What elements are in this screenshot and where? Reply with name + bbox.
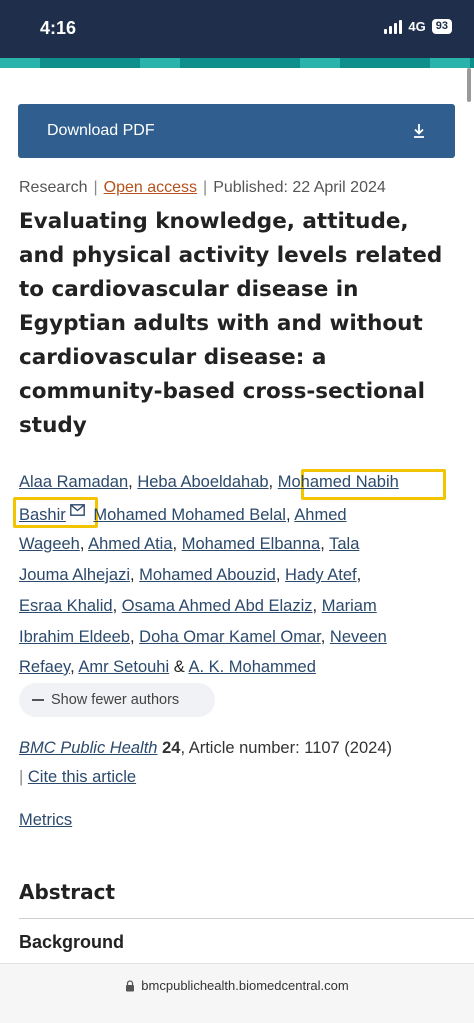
author-link[interactable]: Refaey [19, 658, 70, 676]
author-line: Bashir Mohamed Mohamed Belal, Ahmed [19, 504, 347, 524]
minus-icon [32, 699, 44, 701]
abstract-heading: Abstract [19, 880, 116, 904]
url-text: bmcpublichealth.biomedcentral.com [141, 978, 349, 993]
divider [19, 918, 474, 919]
open-access-link[interactable]: Open access [104, 179, 197, 196]
author-link[interactable]: Mariam [322, 597, 377, 615]
author-link[interactable]: Jouma Alhejazi [19, 566, 130, 584]
author-link[interactable]: Heba Aboeldahab [137, 473, 268, 491]
battery-level: 93 [431, 19, 452, 34]
cite-line: | Cite this article [19, 768, 137, 786]
show-fewer-authors-button[interactable]: Show fewer authors [19, 683, 215, 717]
browser-url-bar[interactable]: bmcpublichealth.biomedcentral.com [0, 963, 474, 1023]
title-line: Egyptian adults with and without [19, 311, 423, 336]
title-line: Evaluating knowledge, attitude, [19, 209, 409, 234]
author-link[interactable]: Doha Omar Kamel Omar [139, 628, 321, 646]
author-line: Refaey, Amr Setouhi & A. K. Mohammed [19, 658, 316, 676]
author-link[interactable]: Ahmed Atia [88, 535, 172, 553]
article-title: Evaluating knowledge, attitude, and phys… [19, 205, 459, 443]
author-line: Wageeh, Ahmed Atia, Mohamed Elbanna, Tal… [19, 535, 360, 553]
author-link[interactable]: Tala [329, 535, 359, 553]
author-link[interactable]: Mohamed Abouzid [139, 566, 276, 584]
author-link[interactable]: Neveen [330, 628, 387, 646]
author-link[interactable]: Wageeh [19, 535, 80, 553]
author-link[interactable]: Amr Setouhi [78, 658, 169, 676]
scrollbar-thumb[interactable] [467, 68, 471, 102]
author-link[interactable]: Mohamed Nabih [278, 473, 399, 491]
site-header-band [0, 58, 474, 68]
mail-icon[interactable] [69, 504, 85, 516]
metrics-link[interactable]: Metrics [19, 811, 72, 830]
title-line: study [19, 413, 87, 438]
author-link[interactable]: Esraa Khalid [19, 597, 113, 615]
author-line: Alaa Ramadan, Heba Aboeldahab, Mohamed N… [19, 473, 399, 491]
author-link[interactable]: A. K. Mohammed [188, 658, 315, 676]
author-link[interactable]: Ahmed [294, 506, 346, 524]
author-link[interactable]: Mohamed Mohamed Belal [93, 506, 286, 524]
signal-icon [384, 19, 403, 34]
author-line: Ibrahim Eldeeb, Doha Omar Kamel Omar, Ne… [19, 628, 387, 646]
download-pdf-button[interactable]: Download PDF [18, 104, 455, 158]
article-meta: Research | Open access | Published: 22 April… [19, 179, 386, 196]
author-link[interactable]: Bashir [19, 506, 66, 524]
author-link[interactable]: Ibrahim Eldeeb [19, 628, 130, 646]
author-link[interactable]: Alaa Ramadan [19, 473, 128, 491]
background-heading: Background [19, 932, 125, 952]
cite-this-article-link[interactable]: Cite this article [28, 768, 136, 786]
volume: 24 [162, 739, 181, 757]
lock-icon [126, 979, 135, 991]
title-line: community-based cross-sectional [19, 379, 426, 404]
author-line: Esraa Khalid, Osama Ahmed Abd Elaziz, Ma… [19, 597, 377, 615]
author-line: Jouma Alhejazi, Mohamed Abouzid, Hady At… [19, 566, 362, 584]
network-type: 4G [408, 19, 426, 34]
title-line: cardiovascular disease: a [19, 345, 327, 370]
download-icon [414, 124, 424, 138]
published-date: Published: 22 April 2024 [213, 179, 386, 196]
download-pdf-label: Download PDF [47, 122, 155, 139]
status-indicators: 4G 93 [384, 19, 452, 34]
url-display: bmcpublichealth.biomedcentral.com [0, 978, 474, 993]
title-line: and physical activity levels related [19, 243, 443, 268]
article-type: Research [19, 179, 88, 196]
status-bar: 4:16 4G 93 [0, 0, 474, 58]
journal-link[interactable]: BMC Public Health [19, 739, 157, 757]
author-link[interactable]: Mohamed Elbanna [182, 535, 321, 553]
author-link[interactable]: Hady Atef [285, 566, 357, 584]
author-link[interactable]: Osama Ahmed Abd Elaziz [122, 597, 313, 615]
show-fewer-label: Show fewer authors [51, 692, 180, 708]
article-number: , Article number: 1107 (2024) [180, 739, 392, 757]
citation-line: BMC Public Health 24, Article number: 11… [19, 739, 392, 758]
title-line: to cardiovascular disease in [19, 277, 359, 302]
status-time: 4:16 [40, 18, 77, 38]
